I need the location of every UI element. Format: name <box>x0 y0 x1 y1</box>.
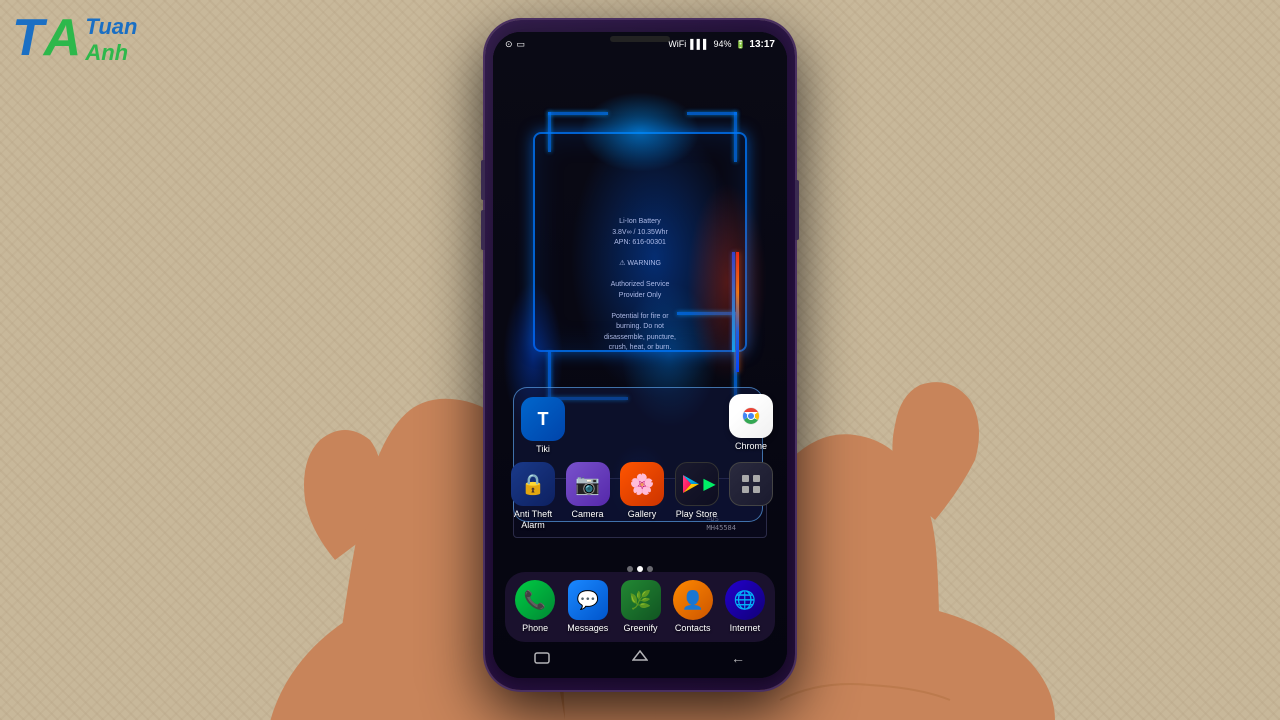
phone-screen: Li-Ion Battery 3.8V∞ / 10.35Whr APN: 616… <box>493 32 787 678</box>
messages-app[interactable]: 💬 Messages <box>567 580 608 634</box>
gallery-label: Gallery <box>628 509 657 520</box>
logo-ta: T A Tuan Anh <box>12 12 212 66</box>
gallery-icon[interactable]: 🌸 <box>620 462 664 506</box>
more-app[interactable] <box>729 462 773 509</box>
page-dot-1 <box>627 566 633 572</box>
tiki-label: Tiki <box>536 444 550 455</box>
main-apps-row: 🔒 Anti TheftAlarm 📷 Camera 🌸 Gal <box>511 462 773 531</box>
chrome-label: Chrome <box>735 441 767 452</box>
logo: T A Tuan Anh <box>12 12 212 92</box>
logo-a-letter: A <box>44 12 82 64</box>
internet-icon[interactable]: 🌐 <box>725 580 765 620</box>
page-dot-2 <box>637 566 643 572</box>
playstore-label: Play Store <box>676 509 718 520</box>
messages-icon[interactable]: 💬 <box>568 580 608 620</box>
speaker-notch <box>610 36 670 42</box>
greenify-app[interactable]: 🌿 Greenify <box>621 580 661 634</box>
signal-icon: ▌▌▌ <box>690 39 709 49</box>
status-sd-icon: ▭ <box>517 39 526 50</box>
page-dot-3 <box>647 566 653 572</box>
battery-info-text: Li-Ion Battery 3.8V∞ / 10.35Whr APN: 616… <box>538 217 742 354</box>
antitheft-label: Anti TheftAlarm <box>514 509 552 531</box>
playstore-icon[interactable]: ▶ <box>675 462 719 506</box>
internet-app[interactable]: 🌐 Internet <box>725 580 765 634</box>
phone: Li-Ion Battery 3.8V∞ / 10.35Whr APN: 616… <box>485 20 795 690</box>
nav-home-button[interactable] <box>630 648 650 668</box>
nav-back-button[interactable]: ← <box>728 648 748 668</box>
antitheft-icon[interactable]: 🔒 <box>511 462 555 506</box>
logo-t-letter: T <box>12 12 44 64</box>
camera-icon[interactable]: 📷 <box>566 462 610 506</box>
greenify-label: Greenify <box>623 623 657 634</box>
camera-label: Camera <box>571 509 603 520</box>
logo-anh: Anh <box>85 40 137 66</box>
status-left: ⊙ ▭ <box>505 39 525 50</box>
battery-percentage: 94% <box>713 39 731 49</box>
phone-label: Phone <box>522 623 548 634</box>
chrome-icon[interactable] <box>729 394 773 438</box>
nav-recents-button[interactable] <box>532 648 552 668</box>
logo-tuan: Tuan <box>85 14 137 40</box>
messages-label: Messages <box>567 623 608 634</box>
playstore-app[interactable]: ▶ Play Store <box>675 462 719 520</box>
dock-bar: 📞 Phone 💬 Messages 🌿 <box>505 572 775 642</box>
more-icon[interactable] <box>729 462 773 506</box>
power-button[interactable] <box>795 180 799 240</box>
page-indicator <box>627 566 653 572</box>
status-right: WiFi ▌▌▌ 94% 🔋 13:17 <box>668 39 775 50</box>
back-icon: ← <box>731 650 745 666</box>
status-camera-icon: ⊙ <box>505 39 513 50</box>
tiki-app[interactable]: T Tiki <box>521 397 565 455</box>
phone-app[interactable]: 📞 Phone <box>515 580 555 634</box>
volume-down-button[interactable] <box>481 210 485 250</box>
phone-icon[interactable]: 📞 <box>515 580 555 620</box>
volume-up-button[interactable] <box>481 160 485 200</box>
gallery-app[interactable]: 🌸 Gallery <box>620 462 664 520</box>
dock: 📞 Phone 💬 Messages 🌿 <box>501 572 779 642</box>
greenify-icon[interactable]: 🌿 <box>621 580 661 620</box>
wifi-icon: WiFi <box>668 39 686 49</box>
contacts-app[interactable]: 👤 Contacts <box>673 580 713 634</box>
internet-label: Internet <box>730 623 761 634</box>
camera-app[interactable]: 📷 Camera <box>566 462 610 520</box>
nav-bar: ← <box>493 646 787 670</box>
chrome-app[interactable]: Chrome <box>729 394 773 452</box>
battery-icon: 🔋 <box>735 40 745 49</box>
contacts-icon[interactable]: 👤 <box>673 580 713 620</box>
tiki-icon[interactable]: T <box>521 397 565 441</box>
clock: 13:17 <box>749 39 775 50</box>
contacts-label: Contacts <box>675 623 711 634</box>
antitheft-app[interactable]: 🔒 Anti TheftAlarm <box>511 462 555 531</box>
home-screen: T Tiki <box>493 32 787 678</box>
logo-text: Tuan Anh <box>85 14 137 66</box>
